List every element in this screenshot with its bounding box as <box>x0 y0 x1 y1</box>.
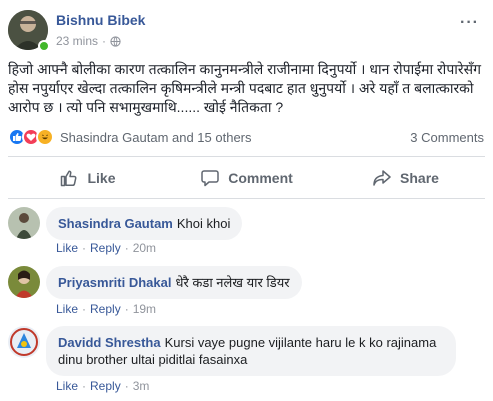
reactions-text[interactable]: Shasindra Gautam and 15 others <box>60 130 252 145</box>
more-options-icon[interactable]: ··· <box>460 14 479 32</box>
commenter-avatar[interactable] <box>8 266 40 298</box>
comment-bubble: Shasindra Gautam Khoi khoi <box>46 207 243 240</box>
comment-button[interactable]: Comment <box>167 161 326 194</box>
comment-time[interactable]: 19m <box>133 302 156 316</box>
comment-button-label: Comment <box>228 169 293 186</box>
comment-bubble: Davidd Shrestha Kursi vaye pugne vijilant… <box>46 326 456 376</box>
post-action-bar: Like Comment Share <box>8 161 485 194</box>
divider <box>8 156 485 157</box>
comment-like-link[interactable]: Like <box>56 379 78 393</box>
share-button-label: Share <box>400 169 439 186</box>
comment-reply-link[interactable]: Reply <box>90 302 121 316</box>
post-card: Bishnu Bibek 23 mins · ··· हिजो आफ्नै बो… <box>0 0 493 401</box>
like-button[interactable]: Like <box>8 161 167 194</box>
comment-item: Priyasmriti Dhakal धेरै कडा नलेख यार डियर <box>8 266 302 299</box>
online-status-dot <box>38 40 50 52</box>
comment-text: Khoi khoi <box>176 216 231 231</box>
reactions-summary[interactable]: Shasindra Gautam and 15 others <box>8 128 252 146</box>
comment-item: Shasindra Gautam Khoi khoi <box>8 207 243 240</box>
post-author-name[interactable]: Bishnu Bibek <box>56 12 145 28</box>
post-timestamp[interactable]: 23 mins <box>56 34 98 48</box>
comments-count-link[interactable]: 3 Comments <box>410 130 484 145</box>
post-body-text: हिजो आफ्नै बोलीका कारण तत्कालिन कानुनमन्… <box>8 61 481 115</box>
thumbs-up-icon <box>61 169 77 186</box>
comment-reply-link[interactable]: Reply <box>90 241 121 255</box>
comment-actions: Like · Reply · 3m <box>56 379 150 393</box>
comment-time[interactable]: 3m <box>133 379 150 393</box>
comment-text: धेरै कडा नलेख यार डियर <box>175 275 290 290</box>
globe-icon <box>110 35 121 47</box>
comment-time[interactable]: 20m <box>133 241 156 255</box>
comment-reply-link[interactable]: Reply <box>90 379 121 393</box>
post-meta: 23 mins · <box>56 34 121 48</box>
comment-like-link[interactable]: Like <box>56 302 78 316</box>
comment-actions: Like · Reply · 19m <box>56 302 157 316</box>
commenter-name[interactable]: Davidd Shrestha <box>58 335 161 350</box>
share-arrow-icon <box>373 169 391 186</box>
share-button[interactable]: Share <box>326 161 485 194</box>
haha-reaction-icon <box>36 128 54 146</box>
comment-bubble: Priyasmriti Dhakal धेरै कडा नलेख यार डियर <box>46 266 302 299</box>
commenter-name[interactable]: Priyasmriti Dhakal <box>58 275 171 290</box>
commenter-avatar[interactable] <box>8 207 40 239</box>
commenter-name[interactable]: Shasindra Gautam <box>58 216 173 231</box>
like-button-label: Like <box>87 169 116 186</box>
comment-actions: Like · Reply · 20m <box>56 241 157 255</box>
comment-item: Davidd Shrestha Kursi vaye pugne vijilant… <box>8 326 456 376</box>
comment-like-link[interactable]: Like <box>56 241 78 255</box>
commenter-avatar[interactable] <box>8 326 40 358</box>
comment-bubble-icon <box>201 169 219 186</box>
divider <box>8 198 485 199</box>
